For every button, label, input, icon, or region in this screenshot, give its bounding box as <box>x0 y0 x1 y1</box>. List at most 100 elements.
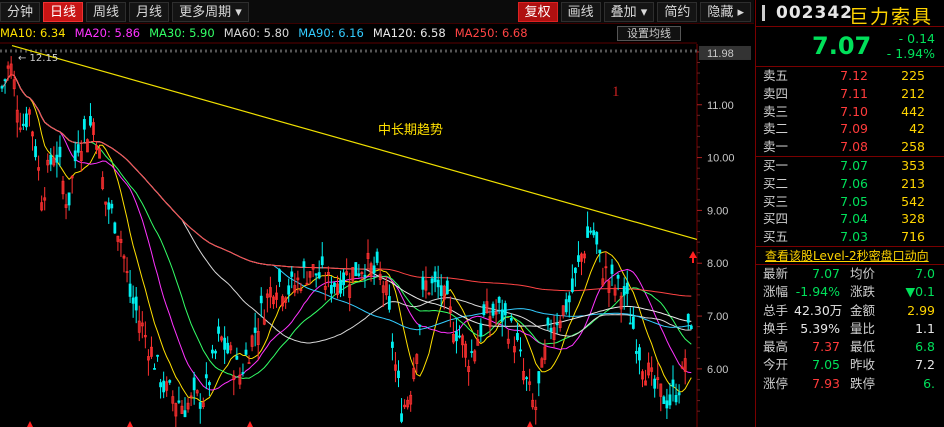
candle-body <box>555 323 559 326</box>
order-row[interactable]: 买二 7.06 213 <box>756 175 944 193</box>
candle-body <box>21 123 25 126</box>
event-marker-icon <box>247 421 253 427</box>
candle-body <box>546 317 550 326</box>
candle-body <box>500 309 504 322</box>
y-tick-label: 6.00 <box>707 364 728 376</box>
candle-body <box>574 267 577 274</box>
order-price: 7.05 <box>840 193 868 209</box>
stock-header: 002342 巨力索具 <box>756 0 944 28</box>
candle-body <box>686 313 690 323</box>
candle-body <box>577 255 580 262</box>
order-row[interactable]: 买四 7.04 328 <box>756 210 944 228</box>
ma-settings-button[interactable]: 设置均线 <box>617 26 681 41</box>
candlesticks <box>0 56 693 427</box>
y-tick-label: 9.00 <box>707 205 728 217</box>
candle-body <box>159 382 163 388</box>
candle-body <box>509 318 513 321</box>
y-tick-label: 11.00 <box>707 100 734 112</box>
candle-body <box>76 144 80 153</box>
order-volume: 225 <box>901 68 925 83</box>
tool-button-1[interactable]: 画线 <box>560 2 601 22</box>
up-arrow-stem <box>692 258 694 263</box>
candle-body <box>113 222 117 234</box>
y-tick-label: 7.00 <box>707 311 728 323</box>
stat-value: ▼0.1 <box>905 284 936 300</box>
candle-body <box>247 362 251 365</box>
y-tick-label: 10.00 <box>707 153 735 165</box>
tool-button-3[interactable]: 简约 <box>657 2 698 22</box>
ma-legend-item: MA250: 6.68 <box>454 26 528 40</box>
candle-body <box>458 335 461 338</box>
candle-body <box>671 379 675 387</box>
candle-body <box>198 402 202 409</box>
order-volume: 716 <box>901 229 925 245</box>
candle-body <box>244 349 248 355</box>
order-price: 7.11 <box>840 85 868 101</box>
order-row[interactable]: 卖五 7.12 225 <box>756 67 944 85</box>
quote-panel: 002342 巨力索具 7.07 - 0.14 - 1.94% 卖五 7.12 22… <box>755 0 944 427</box>
candle-body <box>586 226 589 238</box>
candle-body <box>635 351 638 354</box>
order-price: 7.09 <box>840 121 868 137</box>
moving-average-lines <box>1 73 692 403</box>
stock-terminal: 12.0011.0010.009.008.007.006.0011.98 中长期… <box>0 0 944 427</box>
period-tab-3[interactable]: 月线 <box>129 1 170 22</box>
period-tab-2[interactable]: 周线 <box>86 1 127 22</box>
event-marker-icon <box>27 421 33 427</box>
stat-value: 7.93 <box>812 375 840 391</box>
y-tick-label: 8.00 <box>707 258 728 270</box>
stat-value: 5.39% <box>800 320 840 336</box>
period-tab-4[interactable]: 更多周期 ▾ <box>172 1 249 22</box>
order-row[interactable]: 买三 7.05 542 <box>756 193 944 211</box>
order-row[interactable]: 买一 7.07 353 <box>756 157 944 175</box>
candle-body <box>177 400 181 403</box>
candle-body <box>625 282 629 294</box>
stat-label: 最新 <box>763 265 789 281</box>
candle-body <box>162 380 166 393</box>
candle-body <box>235 355 239 360</box>
candle-body <box>156 354 159 357</box>
candle-body <box>131 297 135 304</box>
trend-line <box>11 45 698 241</box>
order-row[interactable]: 卖四 7.11 212 <box>756 85 944 103</box>
tool-button-2[interactable]: 叠加 ▾ <box>603 2 655 22</box>
tool-button-0[interactable]: 复权 <box>517 2 558 22</box>
ma-legend-item: MA20: 5.86 <box>74 26 141 40</box>
candle-body <box>397 370 400 379</box>
candle-body <box>628 322 632 325</box>
order-row[interactable]: 卖一 7.08 258 <box>756 138 944 156</box>
candle-body <box>375 251 379 263</box>
candle-body <box>595 232 599 245</box>
order-volume: 42 <box>909 121 925 137</box>
order-label: 买二 <box>763 175 789 191</box>
event-marker-icon <box>527 421 533 427</box>
period-tab-0[interactable]: 分钟 <box>0 1 41 22</box>
period-tab-1[interactable]: 日线 <box>43 1 84 22</box>
stats-row: 涨幅 -1.94% 涨跌 ▼0.1 <box>756 283 944 301</box>
candle-body <box>497 296 501 303</box>
candle-body <box>400 413 403 422</box>
stat-value: 7.07 <box>812 265 840 281</box>
ma-legend-item: MA10: 6.34 <box>0 26 66 40</box>
kline-chart[interactable]: 12.0011.0010.009.008.007.006.0011.98 中长期… <box>0 0 754 427</box>
up-arrow-icon <box>689 251 697 258</box>
candle-body <box>421 276 425 290</box>
candle-body <box>55 154 59 163</box>
candle-body <box>217 326 220 334</box>
tool-button-4[interactable]: 隐藏 ▸ <box>700 2 751 22</box>
candle-body <box>418 324 422 327</box>
candle-body <box>107 202 111 210</box>
price-change: - 0.14 <box>898 31 935 46</box>
order-row[interactable]: 卖二 7.09 42 <box>756 120 944 138</box>
stock-code: 002342 <box>776 3 853 23</box>
candle-body <box>622 286 626 296</box>
ma-legend: MA10: 6.34 MA20: 5.86 MA30: 5.90 MA60: 5.80… <box>0 25 700 42</box>
order-price: 7.03 <box>840 229 868 245</box>
order-row[interactable]: 买五 7.03 716 <box>756 228 944 246</box>
level2-link[interactable]: 查看该股Level-2秒密盘口动向 <box>756 247 944 265</box>
stat-label: 涨跌 <box>850 284 876 300</box>
stat-value: 1.1 <box>915 320 935 336</box>
order-row[interactable]: 卖三 7.10 442 <box>756 103 944 121</box>
candle-body <box>82 119 86 130</box>
candle-body <box>214 350 217 354</box>
